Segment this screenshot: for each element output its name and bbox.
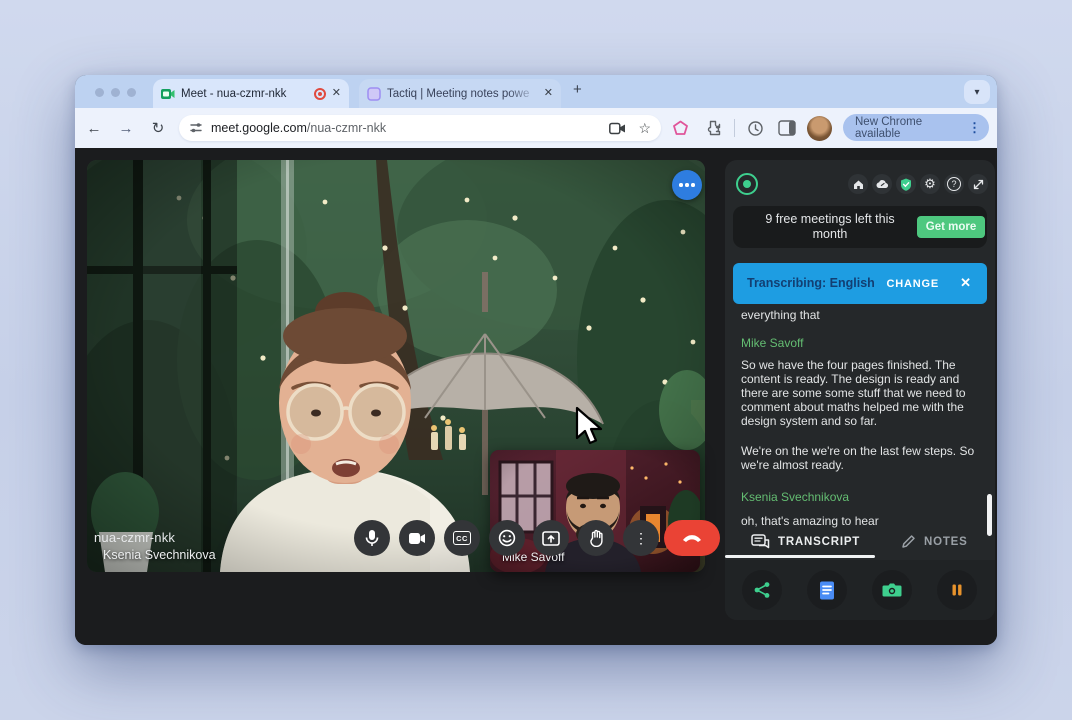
active-tab-underline xyxy=(725,555,875,558)
transcribing-label: Transcribing: English xyxy=(747,276,875,290)
forward-button[interactable]: → xyxy=(113,108,139,148)
chrome-update-label: New Chrome available xyxy=(855,115,923,140)
camera-button[interactable] xyxy=(399,520,435,556)
tab-title: Tactiq | Meeting notes powe xyxy=(387,87,530,100)
tab-meet[interactable]: Meet - nua-czmr-nkk ✕ xyxy=(153,79,349,108)
bookmark-star-icon[interactable]: ☆ xyxy=(638,120,651,137)
window-zoom-button[interactable] xyxy=(127,88,136,97)
transcript-chat-icon xyxy=(751,534,770,549)
cloud-sync-icon[interactable] xyxy=(872,174,892,194)
transcribing-bar: Transcribing: English CHANGE ✕ xyxy=(733,263,987,304)
desktop: Meet - nua-czmr-nkk ✕ Tactiq | Meeting n… xyxy=(0,0,1072,720)
tactiq-actions-bar xyxy=(725,560,995,620)
tactiq-favicon xyxy=(367,86,381,101)
camera-icon xyxy=(409,532,425,544)
microphone-button[interactable] xyxy=(354,520,390,556)
present-screen-button[interactable] xyxy=(533,520,569,556)
recording-indicator-icon xyxy=(313,87,326,100)
change-language-button[interactable]: CHANGE xyxy=(887,278,939,290)
extensions-puzzle-icon[interactable] xyxy=(704,120,721,137)
tab-close-icon[interactable]: ✕ xyxy=(332,88,341,99)
tactiq-chat-bubble[interactable] xyxy=(672,170,702,200)
tab-bar: Meet - nua-czmr-nkk ✕ Tactiq | Meeting n… xyxy=(75,75,997,108)
end-call-icon xyxy=(683,535,701,542)
site-settings-icon[interactable] xyxy=(189,121,203,135)
meet-app: Ksenia Svechnikova Mike Savoff nua-czmr-… xyxy=(75,148,997,645)
meeting-code: nua-czmr-nkk xyxy=(94,530,176,545)
browser-window: Meet - nua-czmr-nkk ✕ Tactiq | Meeting n… xyxy=(75,75,997,645)
get-more-button[interactable]: Get more xyxy=(917,216,985,238)
more-options-button[interactable]: ⋮ xyxy=(623,520,659,556)
toolbar-divider xyxy=(734,119,735,137)
tactiq-panel: ⚙ ? 9 free meetings left this month Get … xyxy=(725,160,995,620)
more-options-icon: ⋮ xyxy=(634,530,648,546)
privacy-shield-icon[interactable] xyxy=(896,174,916,194)
url-text: meet.google.com/nua-czmr-nkk xyxy=(211,121,387,135)
help-icon[interactable]: ? xyxy=(944,174,964,194)
tab-title: Meet - nua-czmr-nkk xyxy=(181,87,287,100)
meet-favicon xyxy=(161,88,175,99)
collapse-panel-icon[interactable] xyxy=(968,174,988,194)
free-meetings-text: 9 free meetings left this month xyxy=(765,212,895,241)
pause-transcription-button[interactable] xyxy=(937,570,977,610)
close-transcribing-icon[interactable]: ✕ xyxy=(960,275,971,291)
camera-permission-icon[interactable] xyxy=(609,122,626,135)
free-meetings-banner: 9 free meetings left this month Get more xyxy=(733,206,987,248)
reload-button[interactable]: ↻ xyxy=(145,108,171,148)
tab-tactiq[interactable]: Tactiq | Meeting notes powe ✕ xyxy=(359,79,561,108)
captions-button[interactable]: CC xyxy=(444,520,480,556)
profile-avatar[interactable] xyxy=(807,116,832,141)
clock-extension-icon[interactable] xyxy=(747,120,764,137)
transcript-speaker: Mike Savoff xyxy=(741,336,804,350)
transcript-text: We're on the we're on the last few steps… xyxy=(741,444,975,472)
window-minimize-button[interactable] xyxy=(111,88,120,97)
home-icon[interactable] xyxy=(848,174,868,194)
screenshot-camera-icon xyxy=(882,583,902,597)
notes-pencil-icon xyxy=(902,535,915,548)
pause-icon xyxy=(952,584,962,596)
google-docs-icon xyxy=(820,581,834,599)
reactions-button[interactable] xyxy=(489,520,525,556)
back-button[interactable]: ← xyxy=(81,108,107,148)
end-call-button[interactable] xyxy=(664,520,720,556)
new-tab-button[interactable]: + xyxy=(573,81,582,98)
captions-icon: CC xyxy=(452,531,472,545)
screenshot-button[interactable] xyxy=(872,570,912,610)
transcript-text: So we have the four pages finished. The … xyxy=(741,358,966,428)
microphone-icon xyxy=(365,530,379,546)
transcript-scrollbar[interactable] xyxy=(987,494,992,536)
mouse-cursor xyxy=(575,406,603,445)
window-close-button[interactable] xyxy=(95,88,104,97)
tab-search-button[interactable]: ▾ xyxy=(964,80,990,104)
tab-transcript[interactable]: TRANSCRIPT xyxy=(751,534,860,550)
transcript-text: oh, that's amazing to hear xyxy=(741,514,879,528)
smiley-icon xyxy=(498,529,516,547)
tactiq-logo-icon xyxy=(736,173,758,195)
present-screen-icon xyxy=(542,530,560,546)
raise-hand-icon xyxy=(590,529,603,547)
participant-name-label: Ksenia Svechnikova xyxy=(103,548,216,562)
tab-close-icon[interactable]: ✕ xyxy=(544,88,553,99)
chrome-update-button[interactable]: New Chrome available ⋮ xyxy=(843,114,989,141)
tactiq-extension-icon[interactable] xyxy=(672,120,689,137)
transcript-text: everything that xyxy=(741,308,820,322)
address-bar[interactable]: meet.google.com/nua-czmr-nkk ☆ xyxy=(179,115,661,141)
transcript-speaker: Ksenia Svechnikova xyxy=(741,490,850,504)
side-panel-icon[interactable] xyxy=(778,120,796,136)
raise-hand-button[interactable] xyxy=(578,520,614,556)
export-to-docs-button[interactable] xyxy=(807,570,847,610)
share-icon xyxy=(754,582,770,598)
browser-menu-icon[interactable]: ⋮ xyxy=(968,120,981,136)
browser-toolbar: ← → ↻ meet.google.com/nua-czmr-nkk ☆ New… xyxy=(75,108,997,148)
share-button[interactable] xyxy=(742,570,782,610)
settings-gear-icon[interactable]: ⚙ xyxy=(920,174,940,194)
tab-notes[interactable]: NOTES xyxy=(901,534,968,549)
